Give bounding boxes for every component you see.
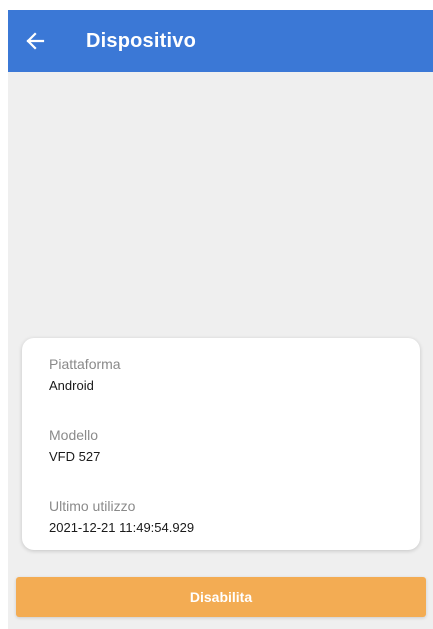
device-screen: Dispositivo Piattaforma Android Modello … [0, 0, 433, 629]
last-used-value: 2021-12-21 11:49:54.929 [49, 520, 195, 535]
back-button[interactable] [8, 10, 62, 72]
app-bar: Dispositivo [8, 10, 433, 72]
page-title: Dispositivo [86, 29, 196, 52]
disable-button[interactable]: Disabilita [16, 577, 426, 617]
model-field: Modello VFD 527 [49, 426, 420, 497]
last-used-field: Ultimo utilizzo 2021-12-21 11:49:54.929 [49, 497, 420, 568]
model-label: Modello [49, 427, 99, 443]
content-area: Piattaforma Android Modello VFD 527 Ulti… [8, 72, 433, 629]
last-used-label: Ultimo utilizzo [49, 498, 136, 514]
arrow-left-icon [25, 31, 45, 51]
device-info-card: Piattaforma Android Modello VFD 527 Ulti… [22, 338, 420, 550]
platform-field: Piattaforma Android [49, 355, 420, 426]
model-value: VFD 527 [49, 449, 101, 464]
platform-label: Piattaforma [49, 356, 121, 372]
platform-value: Android [49, 378, 94, 393]
